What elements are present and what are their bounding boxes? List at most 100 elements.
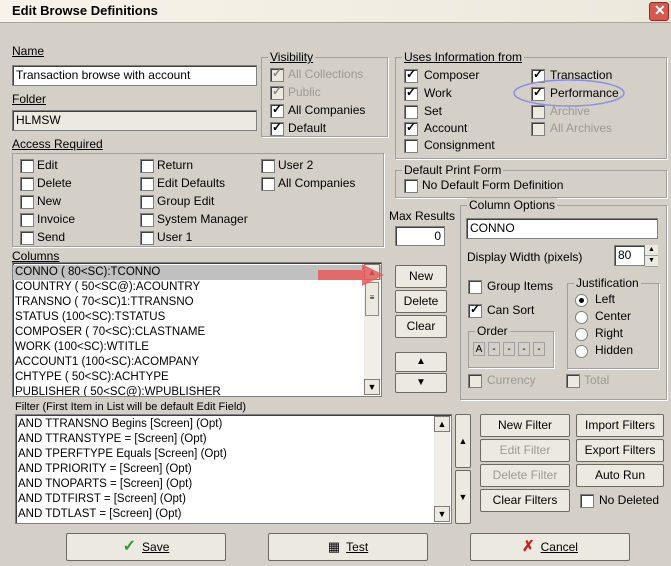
access-send-checkbox[interactable] xyxy=(20,231,34,245)
order-box-5[interactable]: - xyxy=(533,342,545,356)
new-column-button[interactable]: New xyxy=(395,265,447,288)
folder-field[interactable]: HLMSW xyxy=(12,110,257,131)
can-sort-checkbox[interactable] xyxy=(468,302,482,318)
spin-up-icon[interactable]: ▲ xyxy=(645,245,658,256)
filter-row[interactable]: AND TPERFTYPE Equals [Screen] (Opt) xyxy=(16,447,451,462)
access-edit-label: Edit xyxy=(37,158,58,172)
access-user2-checkbox[interactable] xyxy=(261,159,275,173)
default-print-title: Default Print Form xyxy=(402,163,504,177)
account-checkbox[interactable] xyxy=(404,120,418,136)
access-edit-defaults-checkbox[interactable] xyxy=(140,177,154,191)
all-collections-checkbox[interactable] xyxy=(270,66,284,82)
justify-left-radio[interactable] xyxy=(575,294,588,307)
test-button[interactable]: ▦ Test xyxy=(268,533,428,561)
justify-hidden-radio[interactable] xyxy=(575,345,588,358)
close-button[interactable]: ✕ xyxy=(649,2,669,21)
justify-center-radio[interactable] xyxy=(575,311,588,324)
composer-checkbox[interactable] xyxy=(404,67,418,83)
all-archives-checkbox[interactable] xyxy=(531,122,545,136)
column-row[interactable]: PUBLISHER ( 50<SC@):WPUBLISHER xyxy=(13,385,381,396)
column-row[interactable]: COMPOSER ( 70<SC):CLASTNAME xyxy=(13,325,381,340)
column-name-field[interactable]: CONNO xyxy=(466,218,658,239)
auto-run-button[interactable]: Auto Run xyxy=(576,464,664,487)
scroll-down-icon[interactable]: ▼ xyxy=(364,379,380,395)
group-items-label: Group Items xyxy=(487,279,554,293)
access-return-label: Return xyxy=(157,158,194,172)
column-row[interactable]: CHTYPE ( 50<SC):ACHTYPE xyxy=(13,370,381,385)
access-all-companies-checkbox[interactable] xyxy=(261,177,275,191)
access-delete-checkbox[interactable] xyxy=(20,177,34,191)
access-new-checkbox[interactable] xyxy=(20,195,34,209)
filter-row[interactable]: AND TNOPARTS = [Screen] (Opt) xyxy=(16,477,451,492)
column-row[interactable]: STATUS (100<SC):TSTATUS xyxy=(13,310,381,325)
filter-row[interactable]: AND TTRANSNO Begins [Screen] (Opt) xyxy=(16,417,451,432)
access-group-edit-checkbox[interactable] xyxy=(140,195,154,209)
cancel-button[interactable]: ✗ Cancel xyxy=(470,533,630,561)
name-field[interactable]: Transaction browse with account xyxy=(12,65,257,86)
filter-move-up-button[interactable]: ▲ xyxy=(455,414,471,468)
group-items-checkbox[interactable] xyxy=(468,280,482,294)
public-checkbox[interactable] xyxy=(270,84,284,100)
filter-row[interactable]: AND TTRANSTYPE = [Screen] (Opt) xyxy=(16,432,451,447)
clear-column-button[interactable]: Clear xyxy=(395,315,447,338)
max-results-field[interactable]: 0 xyxy=(395,226,445,246)
filter-list[interactable]: AND TTRANSNO Begins [Screen] (Opt) AND T… xyxy=(15,414,452,524)
default-checkbox[interactable] xyxy=(270,120,284,136)
move-down-button[interactable]: ▼ xyxy=(395,373,447,393)
delete-column-button[interactable]: Delete xyxy=(395,290,447,313)
access-user1-label: User 1 xyxy=(157,230,193,244)
column-options-title: Column Options xyxy=(467,198,558,212)
clear-filters-button[interactable]: Clear Filters xyxy=(480,489,570,512)
access-delete-label: Delete xyxy=(37,176,72,190)
save-label: Save xyxy=(142,540,170,554)
set-label: Set xyxy=(424,104,443,118)
order-box-3[interactable]: - xyxy=(503,342,515,356)
access-invoice-checkbox[interactable] xyxy=(20,213,34,227)
access-return-checkbox[interactable] xyxy=(140,159,154,173)
new-filter-button[interactable]: New Filter xyxy=(480,414,570,437)
work-label: Work xyxy=(424,86,452,100)
currency-checkbox[interactable] xyxy=(468,374,482,388)
filter-row[interactable]: AND TDTFIRST = [Screen] (Opt) xyxy=(16,492,451,507)
spin-down-icon[interactable]: ▼ xyxy=(645,256,658,267)
total-checkbox[interactable] xyxy=(566,374,580,388)
no-default-form-checkbox[interactable] xyxy=(404,179,418,193)
move-up-button[interactable]: ▲ xyxy=(395,352,447,372)
scroll-thumb[interactable]: ≡ xyxy=(365,282,379,316)
window-title: Edit Browse Definitions xyxy=(12,3,158,18)
column-row[interactable]: ACCOUNT1 (100<SC):ACOMPANY xyxy=(13,355,381,370)
no-deleted-checkbox[interactable] xyxy=(580,494,594,508)
access-user1-checkbox[interactable] xyxy=(140,231,154,245)
default-label: Default xyxy=(288,121,327,135)
filter-scrollbar[interactable]: ▲ ▼ xyxy=(434,416,450,522)
scroll-up-icon[interactable]: ▲ xyxy=(434,416,450,432)
work-checkbox[interactable] xyxy=(404,85,418,101)
access-group-edit-label: Group Edit xyxy=(157,194,215,208)
scroll-down-icon[interactable]: ▼ xyxy=(434,506,450,522)
consignment-checkbox[interactable] xyxy=(404,139,418,153)
filter-row[interactable]: AND TDTLAST = [Screen] (Opt) xyxy=(16,507,451,522)
filter-label: Filter (First Item in List will be defau… xyxy=(15,401,247,413)
order-box-4[interactable]: - xyxy=(518,342,530,356)
all-companies-visibility-checkbox[interactable] xyxy=(270,102,284,118)
currency-label: Currency xyxy=(487,373,536,387)
save-button[interactable]: ✓ Save xyxy=(66,533,226,561)
column-row[interactable]: WORK (100<SC):WTITLE xyxy=(13,340,381,355)
access-new-label: New xyxy=(37,194,62,208)
import-filters-button[interactable]: Import Filters xyxy=(576,414,664,437)
export-filters-button[interactable]: Export Filters xyxy=(576,439,664,462)
column-row[interactable]: TRANSNO ( 70<SC)1:TTRANSNO xyxy=(13,295,381,310)
access-edit-checkbox[interactable] xyxy=(20,159,34,173)
composer-label: Composer xyxy=(424,68,480,82)
order-box-2[interactable]: - xyxy=(488,342,500,356)
justify-right-radio[interactable] xyxy=(575,328,588,341)
delete-filter-button[interactable]: Delete Filter xyxy=(480,464,570,487)
filter-row[interactable]: AND TPRIORITY = [Screen] (Opt) xyxy=(16,462,451,477)
arrow-down-icon: ▼ xyxy=(416,377,426,388)
filter-move-down-button[interactable]: ▼ xyxy=(455,470,471,524)
edit-filter-button[interactable]: Edit Filter xyxy=(480,439,570,462)
access-system-manager-checkbox[interactable] xyxy=(140,213,154,227)
display-width-spinner[interactable]: ▲ ▼ xyxy=(644,245,658,267)
order-box-1[interactable]: A xyxy=(473,342,485,356)
set-checkbox[interactable] xyxy=(404,105,418,119)
